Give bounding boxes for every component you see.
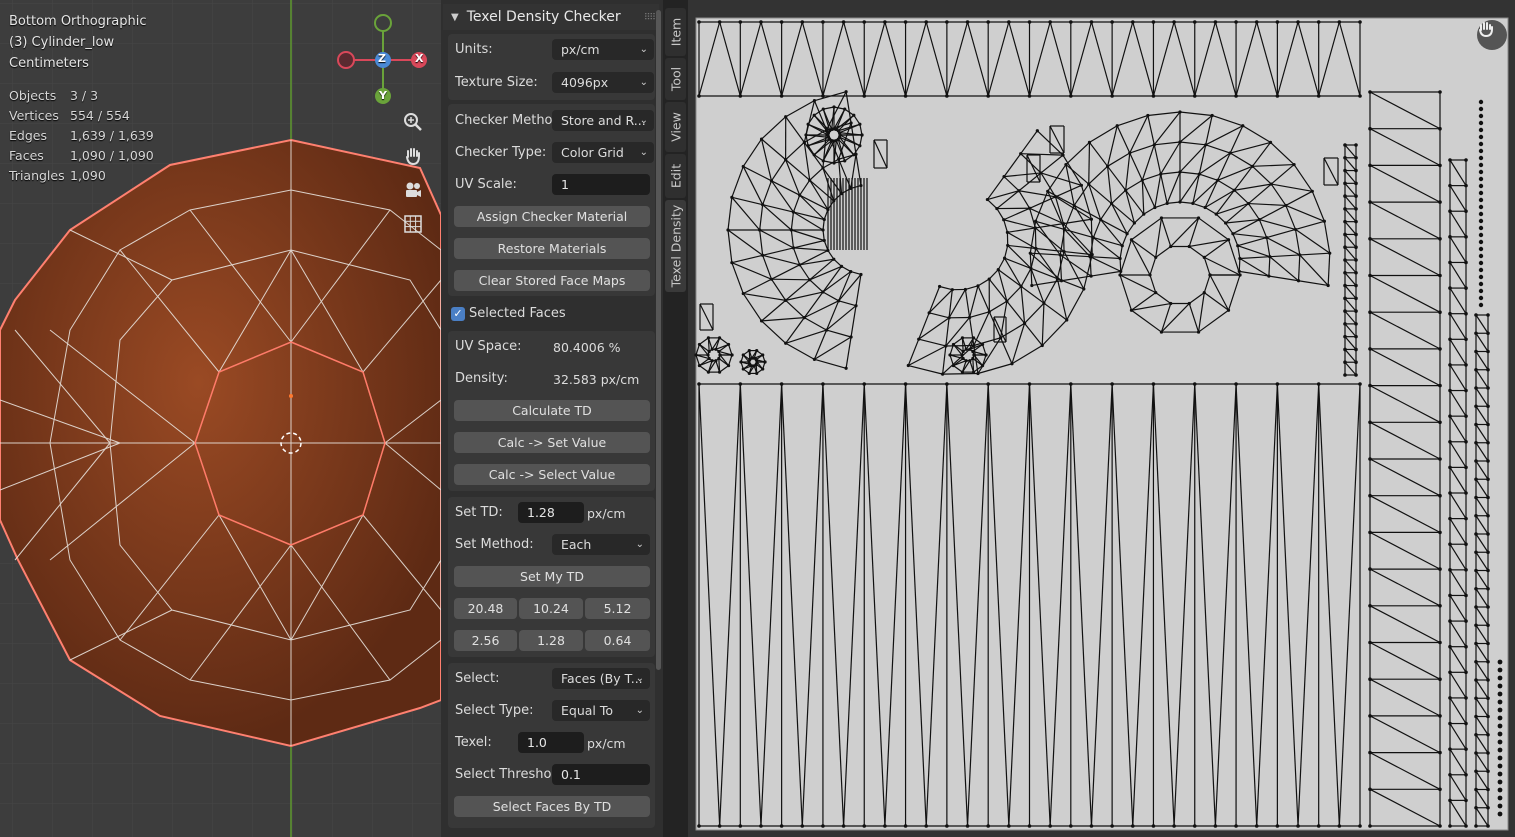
clear-face-maps-button[interactable]: Clear Stored Face Maps (454, 270, 650, 291)
texture-size-label: Texture Size: (455, 75, 538, 90)
calculate-td-button[interactable]: Calculate TD (454, 400, 650, 421)
hand-pan-icon[interactable] (399, 142, 427, 170)
set-td-unit: px/cm (587, 506, 626, 521)
selected-faces-label: Selected Faces (469, 306, 566, 321)
restore-materials-button[interactable]: Restore Materials (454, 238, 650, 259)
preset-button[interactable]: 20.48 (454, 598, 517, 619)
texture-size-dropdown[interactable]: 4096px ⌄ (552, 72, 654, 93)
panel-title: Texel Density Checker (466, 9, 621, 25)
select-threshold-field[interactable]: 0.1 (552, 764, 650, 785)
stats-overlay: Objects 3 / 3 Vertices 554 / 554 Edges 1,63… (9, 86, 154, 186)
drag-grip-icon[interactable]: ⠿⠿ (644, 13, 656, 23)
chevron-down-icon: ⌄ (639, 115, 648, 126)
preset-button[interactable]: 5.12 (585, 598, 650, 619)
set-my-td-button[interactable]: Set My TD (454, 566, 650, 587)
units-dropdown[interactable]: px/cm ⌄ (552, 39, 654, 60)
uv-editor[interactable] (688, 0, 1515, 837)
preset-button[interactable]: 10.24 (519, 598, 583, 619)
select-type-dropdown[interactable]: Equal To ⌄ (552, 700, 650, 721)
density-value: 32.583 px/cm (553, 372, 640, 387)
chevron-down-icon: ⌄ (635, 539, 644, 550)
uv-space-label: UV Space: (455, 339, 522, 354)
chevron-down-icon: ⌄ (635, 673, 644, 684)
checker-group (448, 104, 655, 296)
select-dropdown[interactable]: Faces (By T... ⌄ (552, 668, 650, 689)
chevron-down-icon: ⌄ (635, 705, 644, 716)
checker-type-label: Checker Type: (455, 145, 547, 160)
tab-tool[interactable]: Tool (665, 58, 686, 100)
calc-set-value-button[interactable]: Calc -> Set Value (454, 432, 650, 453)
tab-texel-density[interactable]: Texel Density (665, 200, 686, 292)
preset-button[interactable]: 1.28 (519, 630, 583, 651)
checker-method-label: Checker Method: (455, 113, 566, 128)
zoom-icon[interactable] (399, 108, 427, 136)
object-name: (3) Cylinder_low (9, 35, 115, 50)
grid-icon[interactable] (399, 210, 427, 238)
stat-row: Faces 1,090 / 1,090 (9, 148, 154, 163)
tab-item[interactable]: Item (665, 8, 686, 56)
uv-scale-field[interactable]: 1 (552, 174, 650, 195)
texel-label: Texel: (455, 735, 492, 750)
set-method-dropdown[interactable]: Each ⌄ (552, 534, 650, 555)
density-label: Density: (455, 371, 508, 386)
stat-row: Triangles 1,090 (9, 168, 106, 183)
selected-faces-checkbox[interactable]: ✓ (451, 307, 465, 321)
set-td-field[interactable]: 1.28 (518, 502, 584, 523)
select-faces-by-td-button[interactable]: Select Faces By TD (454, 796, 650, 817)
3d-viewport[interactable]: Bottom Orthographic (3) Cylinder_low Cen… (0, 0, 441, 837)
uv-space-value: 80.4006 % (553, 340, 621, 355)
chevron-down-icon: ⌄ (639, 147, 648, 158)
calc-select-value-button[interactable]: Calc -> Select Value (454, 464, 650, 485)
camera-icon[interactable] (399, 176, 427, 204)
select-type-label: Select Type: (455, 703, 534, 718)
collapse-triangle-icon[interactable]: ▼ (451, 12, 459, 23)
stat-row: Vertices 554 / 554 (9, 108, 130, 123)
preset-button[interactable]: 2.56 (454, 630, 517, 651)
gizmo-z-label: Z (378, 52, 386, 65)
stat-row: Edges 1,639 / 1,639 (9, 128, 154, 143)
checker-method-dropdown[interactable]: Store and R... ⌄ (552, 110, 654, 131)
chevron-down-icon: ⌄ (639, 44, 648, 55)
uv-canvas (694, 17, 1509, 831)
assign-checker-button[interactable]: Assign Checker Material (454, 206, 650, 227)
tab-view[interactable]: View (665, 102, 686, 152)
stat-row: Objects 3 / 3 (9, 88, 99, 103)
chevron-down-icon: ⌄ (639, 77, 648, 88)
select-label: Select: (455, 671, 500, 686)
preset-button[interactable]: 0.64 (585, 630, 650, 651)
panel-scrollbar[interactable] (656, 10, 661, 670)
view-name: Bottom Orthographic (9, 14, 147, 29)
texel-field[interactable]: 1.0 (518, 732, 584, 753)
units-label: Centimeters (9, 56, 89, 71)
panel-header[interactable]: ▼ Texel Density Checker ⠿⠿ (443, 4, 659, 30)
units-label: Units: (455, 42, 493, 57)
select-threshold-label: Select Threshold: (455, 767, 568, 782)
hand-pan-icon[interactable] (1477, 20, 1507, 50)
set-method-label: Set Method: (455, 537, 534, 552)
set-td-label: Set TD: (455, 505, 503, 520)
tab-edit[interactable]: Edit (665, 154, 686, 198)
texel-unit: px/cm (587, 736, 626, 751)
gizmo-y-label: Y (379, 89, 387, 102)
gizmo-x-label: X (415, 52, 424, 65)
checker-type-dropdown[interactable]: Color Grid ⌄ (552, 142, 654, 163)
uv-scale-label: UV Scale: (455, 177, 517, 192)
